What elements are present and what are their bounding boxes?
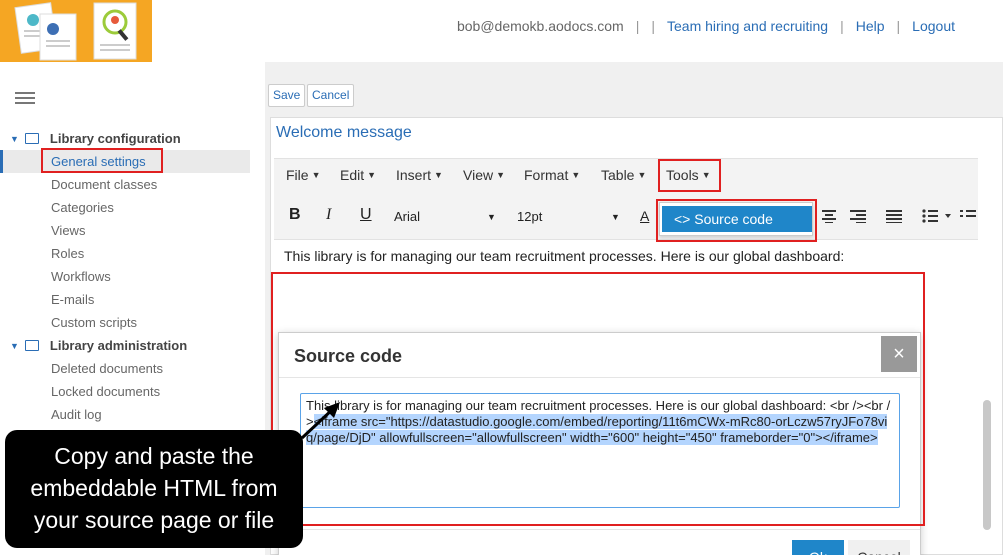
underline-icon[interactable]: U xyxy=(360,206,372,224)
editor-body-text[interactable]: This library is for managing our team re… xyxy=(284,248,844,264)
align-center-icon[interactable] xyxy=(822,209,836,223)
user-email: bob@demokb.aodocs.com xyxy=(456,18,624,34)
align-right-icon[interactable] xyxy=(850,209,866,223)
dialog-cancel-button[interactable]: Cancel xyxy=(848,540,910,555)
app-root: bob@demokb.aodocs.com | | Team hiring an… xyxy=(0,0,1003,555)
sidebar-item-deleted-documents[interactable]: Deleted documents xyxy=(51,361,163,376)
top-header: bob@demokb.aodocs.com | | Team hiring an… xyxy=(0,0,1003,62)
editor-toolbar: File ▼ Edit ▼ Insert ▼ View ▼ Format ▼ Table ▼… xyxy=(274,158,978,240)
sidebar-item-categories[interactable]: Categories xyxy=(51,200,114,215)
header-separator: | xyxy=(635,18,640,34)
font-size-select[interactable]: 12pt ▼ xyxy=(517,209,622,224)
menu-file[interactable]: File ▼ xyxy=(286,167,320,183)
bullet-list-icon[interactable] xyxy=(922,209,952,223)
panel-title: Welcome message xyxy=(276,124,412,141)
text-color-icon[interactable]: A xyxy=(640,208,649,224)
align-justify-icon[interactable] xyxy=(886,209,902,223)
sidebar-item-roles[interactable]: Roles xyxy=(51,246,84,261)
ok-button[interactable]: Ok xyxy=(792,540,844,555)
menu-view[interactable]: View ▼ xyxy=(463,167,505,183)
app-logo xyxy=(0,0,152,62)
folder-icon xyxy=(24,133,39,144)
header-separator: | xyxy=(896,18,901,34)
annotation-highlight-box xyxy=(658,159,721,192)
caret-down-icon: ▼ xyxy=(10,133,19,144)
sidebar-item-views[interactable]: Views xyxy=(51,223,85,238)
numbered-list-icon[interactable] xyxy=(960,209,976,223)
cancel-button[interactable]: Cancel xyxy=(307,84,355,107)
header-links: bob@demokb.aodocs.com | | Team hiring an… xyxy=(451,18,961,34)
sidebar-item-document-classes[interactable]: Document classes xyxy=(51,177,157,192)
bold-icon[interactable]: B xyxy=(289,206,301,224)
annotation-highlight-box xyxy=(656,199,817,242)
sidebar-section-library-configuration[interactable]: ▼ Library configuration xyxy=(10,131,181,146)
menu-format[interactable]: Format ▼ xyxy=(524,167,580,183)
logout-link[interactable]: Logout xyxy=(906,18,961,34)
library-link[interactable]: Team hiring and recruiting xyxy=(661,18,834,34)
menu-edit[interactable]: Edit ▼ xyxy=(340,167,376,183)
sidebar-item-audit-log[interactable]: Audit log xyxy=(51,407,102,422)
menu-table[interactable]: Table ▼ xyxy=(601,167,646,183)
folder-icon xyxy=(24,340,39,351)
sidebar-item-locked-documents[interactable]: Locked documents xyxy=(51,384,160,399)
annotation-callout: Copy and paste the embeddable HTML from … xyxy=(5,430,303,548)
sidebar-item-emails[interactable]: E-mails xyxy=(51,292,94,307)
annotation-arrow-icon xyxy=(300,402,340,440)
annotation-highlight-box xyxy=(41,148,163,173)
header-separator: | xyxy=(840,18,844,34)
sidebar-item-custom-scripts[interactable]: Custom scripts xyxy=(51,315,137,330)
font-family-select[interactable]: Arial ▼ xyxy=(394,209,499,224)
divider xyxy=(279,529,920,530)
save-button[interactable]: Save xyxy=(268,84,306,107)
header-separator: | xyxy=(651,18,655,34)
hamburger-menu-icon[interactable] xyxy=(15,92,35,104)
sidebar-section-library-administration[interactable]: ▼ Library administration xyxy=(10,338,187,353)
sidebar-item-workflows[interactable]: Workflows xyxy=(51,269,111,284)
scrollbar[interactable] xyxy=(983,400,991,530)
menu-insert[interactable]: Insert ▼ xyxy=(396,167,443,183)
help-link[interactable]: Help xyxy=(850,18,891,34)
caret-down-icon: ▼ xyxy=(10,340,19,351)
italic-icon[interactable]: I xyxy=(326,206,331,224)
annotation-highlight-box xyxy=(271,272,925,526)
